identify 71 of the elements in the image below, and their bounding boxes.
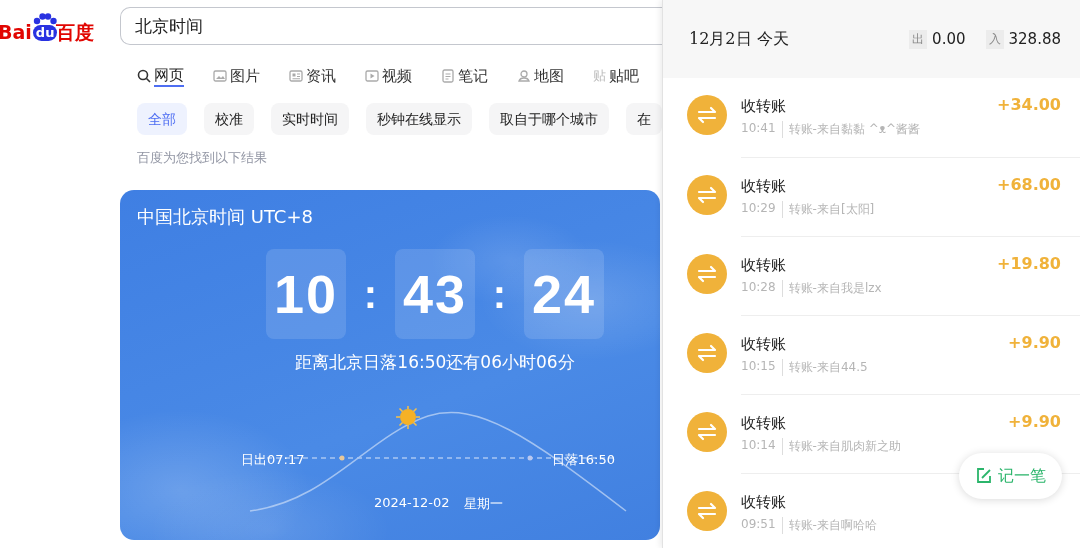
result-count-note: 百度为您找到以下结果 bbox=[137, 149, 268, 167]
transaction-time: 10:14 bbox=[741, 438, 783, 455]
filter-chip[interactable]: 秒钟在线显示 bbox=[366, 103, 472, 135]
transaction-note: 转账-来自[太阳] bbox=[788, 201, 875, 218]
tieba-icon: 贴 bbox=[593, 67, 606, 85]
transaction-note: 转账-来自我是lzx bbox=[788, 280, 882, 297]
search-icon bbox=[137, 69, 151, 83]
note-icon bbox=[441, 69, 455, 83]
transaction-time: 10:29 bbox=[741, 201, 783, 218]
transaction-title: 收转账 bbox=[741, 177, 787, 196]
transaction-time: 10:41 bbox=[741, 121, 783, 138]
edit-icon bbox=[975, 467, 993, 485]
search-tab[interactable]: 资讯 bbox=[289, 63, 365, 89]
filter-chip[interactable]: 取自于哪个城市 bbox=[489, 103, 609, 135]
transaction-time: 10:28 bbox=[741, 280, 783, 297]
second-digits: 24 bbox=[524, 249, 604, 339]
search-field[interactable]: 北京时间 bbox=[120, 7, 662, 45]
transaction-title: 收转账 bbox=[741, 97, 787, 116]
income-total: 328.88 bbox=[1008, 30, 1061, 48]
hour-digits: 10 bbox=[266, 249, 346, 339]
transaction-title: 收转账 bbox=[741, 414, 787, 433]
expense-total: 0.00 bbox=[932, 30, 966, 48]
logo-text: Bai bbox=[0, 21, 32, 43]
transaction-time: 10:15 bbox=[741, 359, 783, 376]
search-tab[interactable]: 视频 bbox=[365, 63, 441, 89]
filter-chip[interactable]: 在 bbox=[626, 103, 662, 135]
logo-text: 百度 bbox=[56, 21, 95, 43]
date-text: 2024-12-02 bbox=[374, 495, 450, 512]
paw-icon bbox=[33, 13, 58, 25]
image-icon bbox=[213, 69, 227, 83]
transfer-icon bbox=[687, 333, 727, 373]
transfer-icon bbox=[687, 412, 727, 452]
search-tab[interactable]: 贴 贴吧 bbox=[593, 63, 639, 89]
search-tab[interactable]: 地图 bbox=[517, 63, 593, 89]
transaction-title: 收转账 bbox=[741, 256, 787, 275]
expense-tag: 出 bbox=[909, 29, 928, 49]
search-tab[interactable]: 笔记 bbox=[441, 63, 517, 89]
transaction-title: 收转账 bbox=[741, 335, 787, 354]
sunset-countdown: 距离北京日落16:50还有06小时06分 bbox=[294, 351, 576, 374]
transaction-amount: +68.00 bbox=[997, 175, 1061, 194]
transaction-time: 09:51 bbox=[741, 517, 783, 534]
transaction-note: 转账-来自黏黏 ^ᴥ^酱酱 bbox=[788, 121, 921, 138]
news-icon bbox=[289, 69, 303, 83]
logo-badge: du bbox=[32, 25, 58, 41]
transaction-amount: +19.80 bbox=[997, 254, 1061, 273]
video-icon bbox=[365, 69, 379, 83]
transfer-icon bbox=[687, 95, 727, 135]
income-tag: 入 bbox=[985, 29, 1004, 49]
transaction-note: 转账-来自44.5 bbox=[788, 359, 868, 376]
transaction-title: 收转账 bbox=[741, 493, 787, 512]
search-tab[interactable]: 网页 bbox=[137, 63, 213, 89]
filter-chip[interactable]: 实时时间 bbox=[271, 103, 349, 135]
weekday-text: 星期一 bbox=[463, 495, 503, 513]
transaction-amount: +9.90 bbox=[1008, 412, 1061, 431]
search-tab[interactable]: 图片 bbox=[213, 63, 289, 89]
colon-separator: : bbox=[362, 271, 379, 317]
sunrise-time: 日出07:17 bbox=[241, 451, 305, 469]
clock-title: 中国北京时间 UTC+8 bbox=[137, 205, 313, 229]
transaction-amount: +9.90 bbox=[1008, 333, 1061, 352]
transfer-icon bbox=[687, 254, 727, 294]
day-date: 12月2日 今天 bbox=[689, 28, 789, 50]
colon-separator: : bbox=[491, 271, 508, 317]
transaction-note: 转账-来自肌肉新之助 bbox=[788, 438, 901, 455]
transaction-amount: +34.00 bbox=[997, 95, 1061, 114]
sunset-time: 日落16:50 bbox=[551, 451, 615, 469]
filter-chip[interactable]: 校准 bbox=[204, 103, 254, 135]
filter-chip[interactable]: 全部 bbox=[137, 103, 187, 135]
transaction-note: 转账-来自啊哈哈 bbox=[788, 517, 877, 534]
transfer-icon bbox=[687, 175, 727, 215]
transfer-icon bbox=[687, 491, 727, 531]
minute-digits: 43 bbox=[395, 249, 475, 339]
